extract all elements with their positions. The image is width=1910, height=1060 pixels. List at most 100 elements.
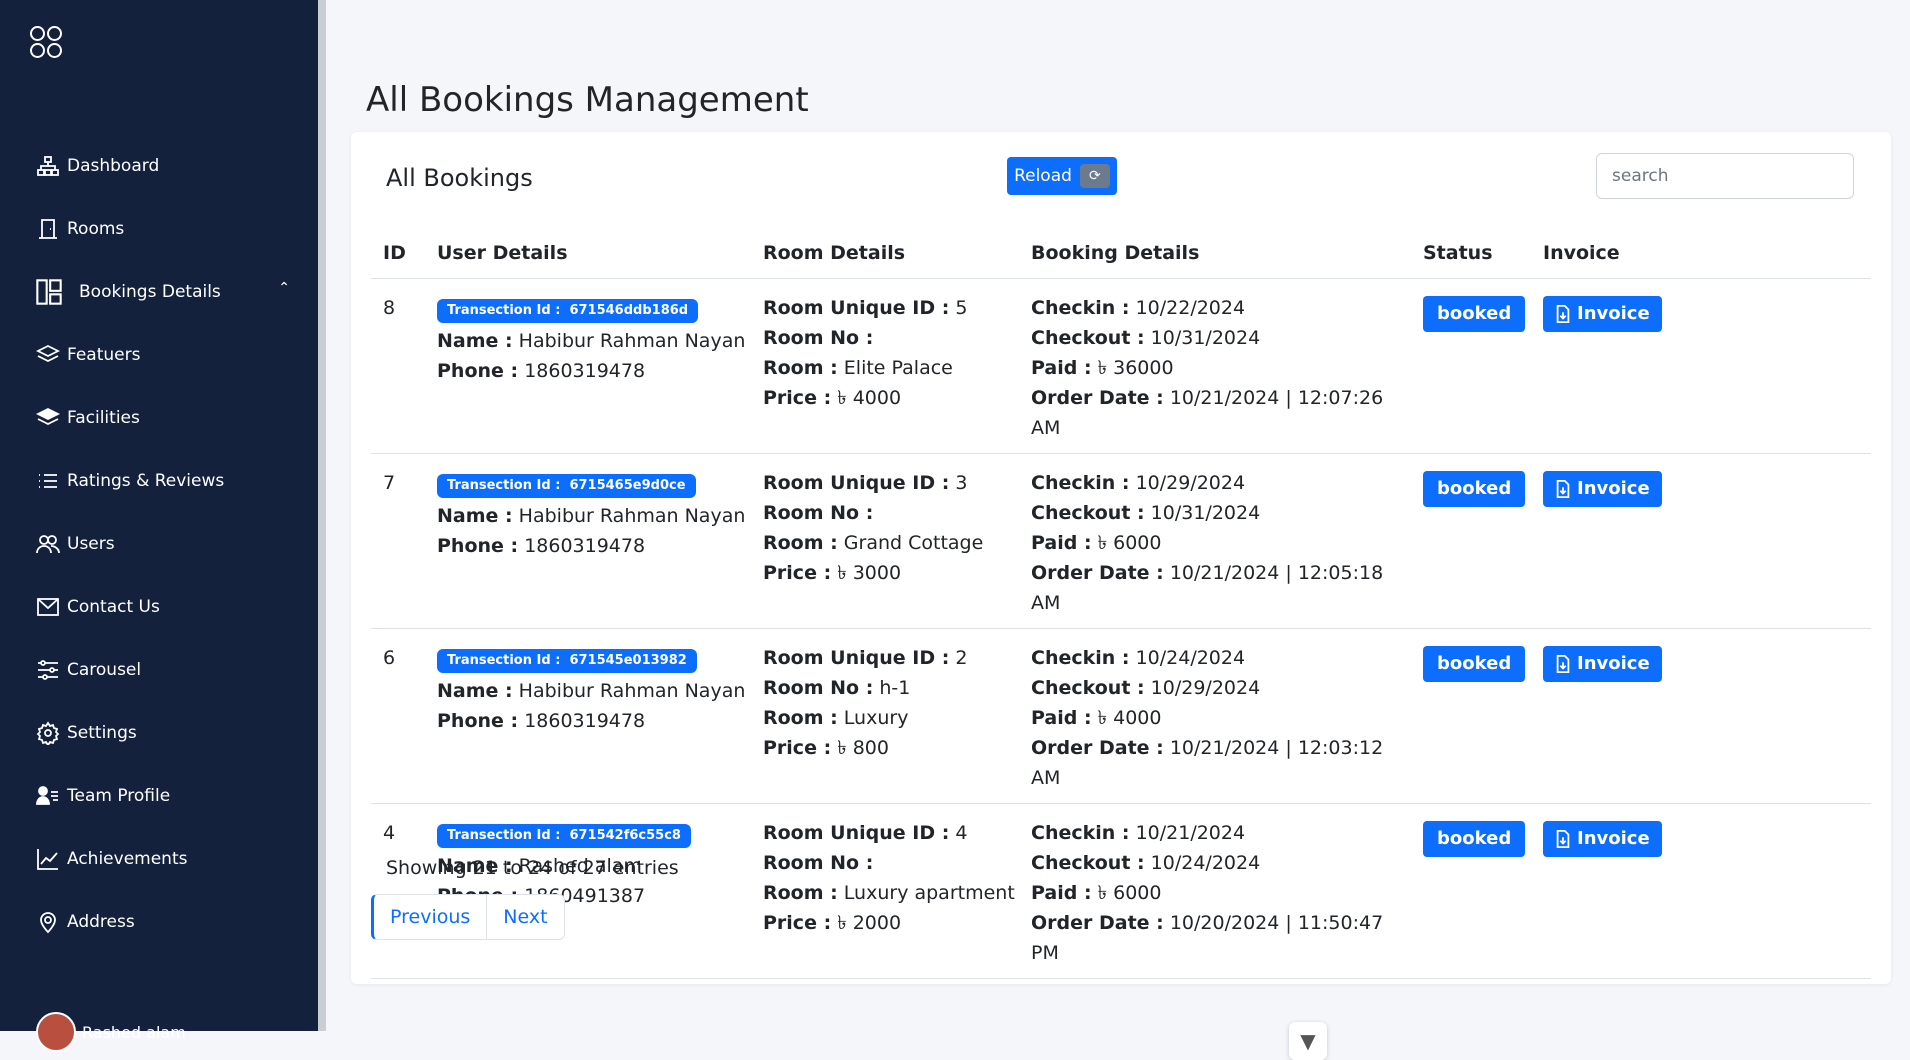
room-details: Room Unique ID : 4 Room No : Room : Luxur… [751, 803, 1019, 979]
room-no: h-1 [879, 677, 911, 699]
sidebar-item-team-profile[interactable]: Team Profile [0, 764, 318, 827]
room-label: Room : [763, 357, 838, 379]
order-date-label: Order Date : [1031, 737, 1164, 759]
reload-button[interactable]: Reload ⟳ [1007, 157, 1117, 195]
chevron-up-icon[interactable]: ⌃ [278, 280, 290, 296]
sidebar-item-address[interactable]: Address [0, 890, 318, 953]
chart-line-icon [35, 846, 61, 872]
app-logo-icon[interactable] [30, 26, 64, 60]
transaction-label: Transection Id : [447, 828, 561, 843]
status-cell: booked [1411, 453, 1531, 629]
checkout-date: 10/24/2024 [1150, 852, 1261, 874]
name-label: Name : [437, 330, 513, 352]
room-price: ৳ 800 [837, 737, 889, 759]
paid-amount: ৳ 6000 [1097, 882, 1162, 904]
transaction-badge: Transection Id : 671545e013982 [437, 649, 697, 673]
sidebar-item-label: Settings [67, 722, 137, 743]
checkout-label: Checkout : [1031, 677, 1145, 699]
sidebar-item-contact-us[interactable]: Contact Us [0, 575, 318, 638]
status-badge[interactable]: booked [1423, 646, 1526, 682]
layers-icon [35, 342, 61, 368]
transaction-badge: Transection Id : 6715465e9d0ce [437, 474, 696, 498]
sidebar-item-achievements[interactable]: Achievements [0, 827, 318, 890]
price-label: Price : [763, 387, 832, 409]
previous-button[interactable]: Previous [371, 894, 488, 940]
price-label: Price : [763, 912, 832, 934]
sidebar: Dashboard Rooms Bookings Details ⌃ Featu… [0, 0, 318, 1052]
transaction-id: 671546ddb186d [569, 303, 689, 318]
booking-details: Checkin : 10/22/2024 Checkout : 10/31/202… [1019, 278, 1411, 454]
sidebar-nav: Dashboard Rooms Bookings Details ⌃ Featu… [0, 134, 318, 953]
room-unique-id: 5 [955, 297, 968, 319]
sidebar-item-settings[interactable]: Settings [0, 701, 318, 764]
booking-id: 8 [371, 278, 425, 454]
next-button[interactable]: Next [487, 894, 565, 940]
transaction-label: Transection Id : [447, 303, 561, 318]
room-price: ৳ 2000 [837, 912, 902, 934]
invoice-button[interactable]: Invoice [1543, 821, 1662, 857]
room-unique-label: Room Unique ID : [763, 472, 950, 494]
column-header-status: Status [1411, 228, 1531, 279]
invoice-button[interactable]: Invoice [1543, 296, 1662, 332]
user-phone: 1860319478 [524, 360, 646, 382]
room-no-label: Room No : [763, 852, 874, 874]
status-badge[interactable]: booked [1423, 471, 1526, 507]
paid-amount: ৳ 6000 [1097, 532, 1162, 554]
invoice-button[interactable]: Invoice [1543, 646, 1662, 682]
sidebar-item-dashboard[interactable]: Dashboard [0, 134, 318, 197]
order-date-label: Order Date : [1031, 387, 1164, 409]
sidebar-item-label: Ratings & Reviews [67, 470, 225, 491]
phone-label: Phone : [437, 535, 519, 557]
transaction-id: 671542f6c55c8 [569, 828, 681, 843]
table-row: 8 Transection Id : 671546ddb186d Name : Ha… [371, 278, 1871, 454]
status-badge[interactable]: booked [1423, 821, 1526, 857]
sidebar-item-bookings-details[interactable]: Bookings Details ⌃ [0, 260, 318, 323]
sidebar-item-carousel[interactable]: Carousel [0, 638, 318, 701]
sidebar-item-ratings-reviews[interactable]: Ratings & Reviews [0, 449, 318, 512]
transaction-id: 6715465e9d0ce [569, 478, 686, 493]
invoice-button[interactable]: Invoice [1543, 471, 1662, 507]
entries-info: Showing 21 to 24 of 27 entries [386, 857, 679, 879]
paid-label: Paid : [1031, 357, 1092, 379]
room-unique-id: 2 [955, 647, 968, 669]
checkin-label: Checkin : [1031, 647, 1130, 669]
sidebar-item-label: Achievements [67, 848, 188, 869]
user-details: Transection Id : 6715465e9d0ce Name : Hab… [425, 453, 751, 629]
column-header-user-details: User Details [425, 228, 751, 279]
room-unique-id: 4 [955, 822, 968, 844]
sidebar-scrollbar[interactable] [318, 0, 326, 1031]
sidebar-item-featuers[interactable]: Featuers [0, 323, 318, 386]
room-details: Room Unique ID : 5 Room No : Room : Elite… [751, 278, 1019, 454]
sidebar-item-label: Bookings Details [79, 281, 221, 302]
room-price: ৳ 4000 [837, 387, 902, 409]
checkin-date: 10/22/2024 [1135, 297, 1246, 319]
room-unique-label: Room Unique ID : [763, 647, 950, 669]
pagination: Previous Next [371, 894, 565, 940]
sidebar-item-label: Users [67, 533, 115, 554]
booking-id: 4 [371, 803, 425, 979]
sliders-icon [35, 657, 61, 683]
sidebar-item-facilities[interactable]: Facilities [0, 386, 318, 449]
room-details: Room Unique ID : 2 Room No : h-1 Room : Lu… [751, 628, 1019, 804]
sidebar-item-label: Address [67, 911, 135, 932]
chevron-down-icon[interactable]: ▼ [1289, 1022, 1327, 1060]
status-badge[interactable]: booked [1423, 296, 1526, 332]
sidebar-item-label: Dashboard [67, 155, 160, 176]
booking-details: Checkin : 10/24/2024 Checkout : 10/29/202… [1019, 628, 1411, 804]
envelope-icon [35, 594, 61, 620]
file-download-icon [1556, 830, 1570, 848]
user-phone: 1860319478 [524, 710, 646, 732]
room-label: Room : [763, 707, 838, 729]
sidebar-item-users[interactable]: Users [0, 512, 318, 575]
user-name: Habibur Rahman Nayan [518, 505, 746, 527]
user-profile[interactable]: Rashed alam [36, 1012, 186, 1052]
sidebar-item-rooms[interactable]: Rooms [0, 197, 318, 260]
search-input[interactable] [1596, 153, 1854, 199]
gear-icon [35, 720, 61, 746]
column-header-invoice: Invoice [1531, 228, 1871, 279]
booking-id: 7 [371, 453, 425, 629]
table-header-row: ID User Details Room Details Booking Det… [371, 228, 1871, 279]
name-label: Name : [437, 505, 513, 527]
status-cell: booked [1411, 803, 1531, 979]
table-row: 4 Transection Id : 671542f6c55c8 Name : Ra… [371, 803, 1871, 979]
